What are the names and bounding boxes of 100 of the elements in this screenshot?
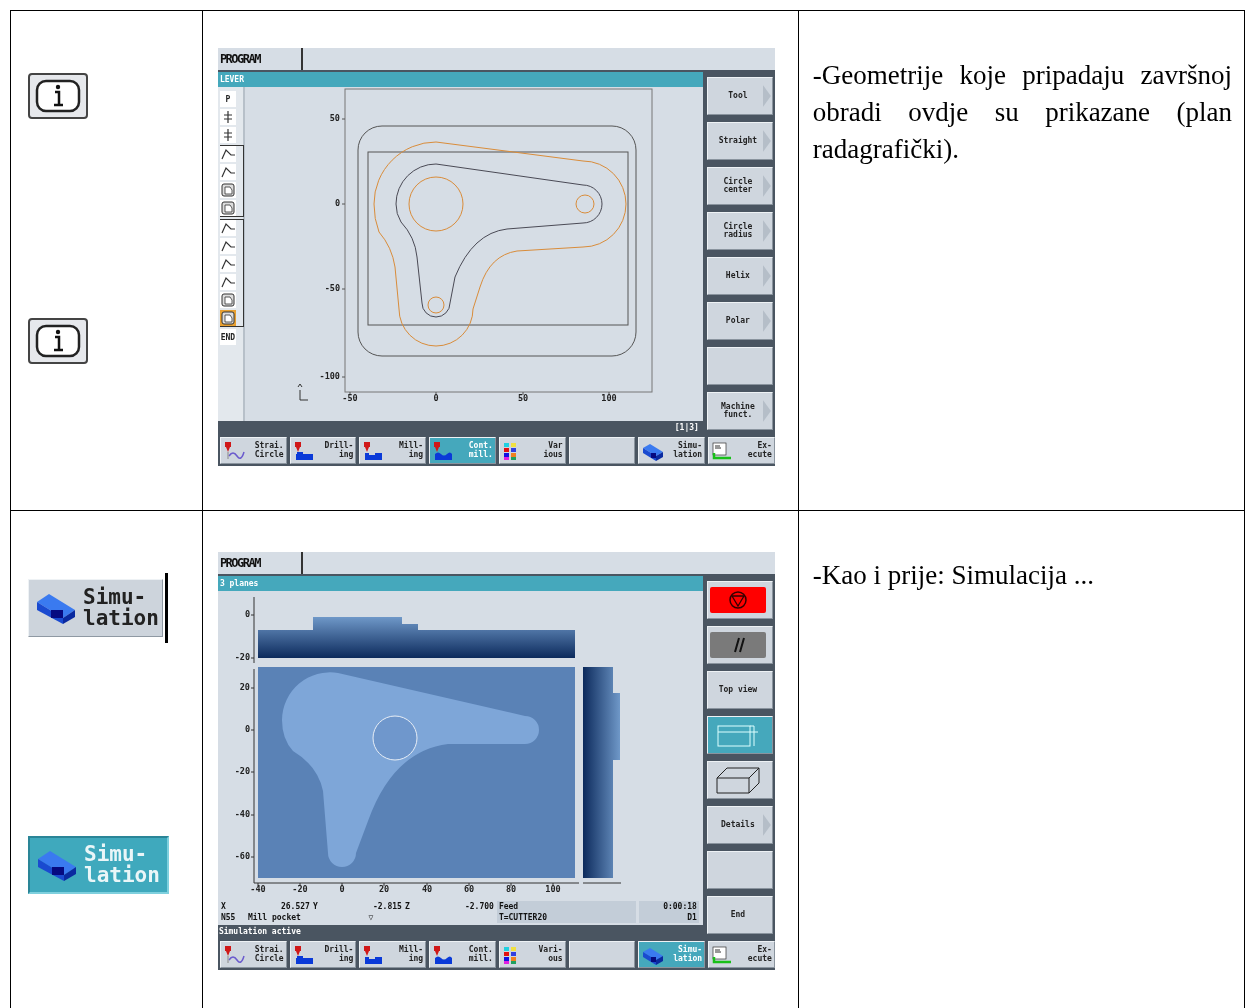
status-text: -2.815 bbox=[372, 901, 402, 912]
axis-label: -20 bbox=[234, 652, 250, 662]
axis-label: -60 bbox=[234, 851, 250, 861]
program-step[interactable]: END bbox=[219, 329, 236, 345]
screen-title: PROGRAM bbox=[217, 48, 303, 70]
program-step[interactable] bbox=[219, 127, 236, 143]
program-step[interactable] bbox=[219, 200, 236, 216]
softkey[interactable]: Tool bbox=[706, 77, 773, 115]
screen-title: PROGRAM bbox=[217, 552, 303, 574]
program-step[interactable] bbox=[219, 292, 236, 308]
pause-icon bbox=[709, 632, 766, 658]
program-step[interactable]: P bbox=[219, 91, 236, 107]
hole-circle bbox=[575, 194, 595, 214]
axis-label: 50 bbox=[329, 113, 340, 123]
softkey[interactable]: Details bbox=[706, 806, 773, 844]
three-planes-icon bbox=[716, 722, 759, 748]
description-text: -Geometrije koje pripadaju završnoj obradi ovdje su prikazane (plan radagrafički). bbox=[811, 59, 1233, 166]
softkey[interactable]: Top view bbox=[706, 671, 773, 709]
status-text: -2.700 bbox=[464, 901, 494, 912]
status-text: N55 bbox=[220, 912, 237, 923]
axis-label: 50 bbox=[517, 393, 528, 403]
status-text: Feed bbox=[496, 901, 636, 912]
pocket-step-icon bbox=[220, 293, 235, 307]
program-step[interactable] bbox=[219, 238, 236, 254]
softkey[interactable]: Mill- ing bbox=[359, 941, 427, 968]
axis-label: -100 bbox=[319, 371, 340, 381]
info-icon bbox=[28, 318, 88, 364]
softkey[interactable]: Machine funct. bbox=[706, 392, 773, 430]
softkey[interactable]: End bbox=[706, 896, 773, 934]
nc-document-icon bbox=[711, 440, 734, 461]
drill-step-icon bbox=[221, 128, 234, 142]
stop-icon bbox=[709, 587, 766, 613]
block-icon bbox=[35, 592, 77, 624]
contour-step-icon bbox=[220, 276, 235, 288]
program-step[interactable] bbox=[219, 274, 236, 290]
block-icon bbox=[36, 849, 78, 881]
milling-icon bbox=[362, 944, 385, 965]
contour-step-icon bbox=[220, 240, 235, 252]
softkey[interactable] bbox=[706, 581, 773, 619]
axis-label: 80 bbox=[505, 884, 516, 894]
softkey[interactable] bbox=[706, 761, 773, 799]
softkey[interactable]: Helix bbox=[706, 257, 773, 295]
info-icon bbox=[28, 73, 88, 119]
contour-milling-icon bbox=[432, 944, 455, 965]
softkey[interactable]: Drill- ing bbox=[289, 941, 357, 968]
axis-label: -20 bbox=[234, 766, 250, 776]
axis-label: 20 bbox=[378, 884, 389, 894]
status-text: Y bbox=[312, 901, 319, 912]
status-text: D1 bbox=[638, 912, 699, 923]
softkey[interactable]: Polar bbox=[706, 302, 773, 340]
simulation-softkey[interactable]: Simu- lation bbox=[28, 579, 163, 637]
drill-icon bbox=[292, 440, 315, 461]
status-message: Simulation active bbox=[218, 925, 301, 938]
softkey[interactable]: Ex- ecute bbox=[708, 941, 775, 968]
softkey[interactable]: Circle center bbox=[706, 167, 773, 205]
axis-label: -20 bbox=[292, 884, 308, 894]
softkey[interactable]: Drill- ing bbox=[289, 437, 357, 464]
softkey[interactable]: Circle radius bbox=[706, 212, 773, 250]
contour-milling-icon bbox=[432, 440, 455, 461]
tool-circle bbox=[372, 715, 418, 761]
axis-label: -50 bbox=[342, 393, 358, 403]
softkey[interactable]: Strai. Circle bbox=[219, 437, 287, 464]
box-icon bbox=[715, 766, 760, 794]
program-step[interactable] bbox=[219, 256, 236, 272]
axis-label: 0 bbox=[244, 609, 250, 619]
program-step[interactable] bbox=[219, 109, 236, 125]
status-text: X bbox=[220, 901, 227, 912]
tool-path-icon bbox=[222, 440, 245, 461]
softkey[interactable]: Var ious bbox=[498, 437, 566, 464]
softkey[interactable] bbox=[706, 626, 773, 664]
program-step[interactable] bbox=[219, 146, 236, 162]
softkey[interactable] bbox=[568, 437, 636, 464]
axis-label: 0 bbox=[244, 724, 250, 734]
softkey[interactable] bbox=[568, 941, 636, 968]
status-text: 26.527 bbox=[280, 901, 310, 912]
program-step[interactable] bbox=[219, 220, 236, 236]
softkey[interactable]: Ex- ecute bbox=[708, 437, 775, 464]
contour-step-icon bbox=[220, 148, 235, 160]
hole-circle bbox=[408, 176, 464, 232]
title-bar: 3 planes bbox=[217, 576, 703, 591]
program-step[interactable] bbox=[219, 164, 236, 180]
hole-circle bbox=[427, 296, 445, 314]
axis-label: -40 bbox=[250, 884, 266, 894]
program-step[interactable] bbox=[219, 310, 236, 326]
title-bar: LEVER bbox=[217, 72, 703, 87]
softkey[interactable]: Mill- ing bbox=[359, 437, 427, 464]
softkey[interactable]: Vari- ous bbox=[498, 941, 566, 968]
axis-label: 0 bbox=[334, 198, 340, 208]
program-step[interactable] bbox=[219, 182, 236, 198]
softkey[interactable]: Straight bbox=[706, 122, 773, 160]
softkey[interactable]: Strai. Circle bbox=[219, 941, 287, 968]
axis-label: -50 bbox=[324, 283, 340, 293]
axis-label: -40 bbox=[234, 809, 250, 819]
contour-step-icon bbox=[220, 166, 235, 178]
softkey[interactable]: Cont. mill. bbox=[429, 941, 496, 968]
milling-icon bbox=[362, 440, 385, 461]
status-text: Mill pocket bbox=[247, 912, 302, 923]
softkey[interactable]: Simu- lation bbox=[638, 437, 706, 464]
status-text: 0:00:18 bbox=[638, 901, 699, 912]
axis-label: 20 bbox=[239, 682, 250, 692]
